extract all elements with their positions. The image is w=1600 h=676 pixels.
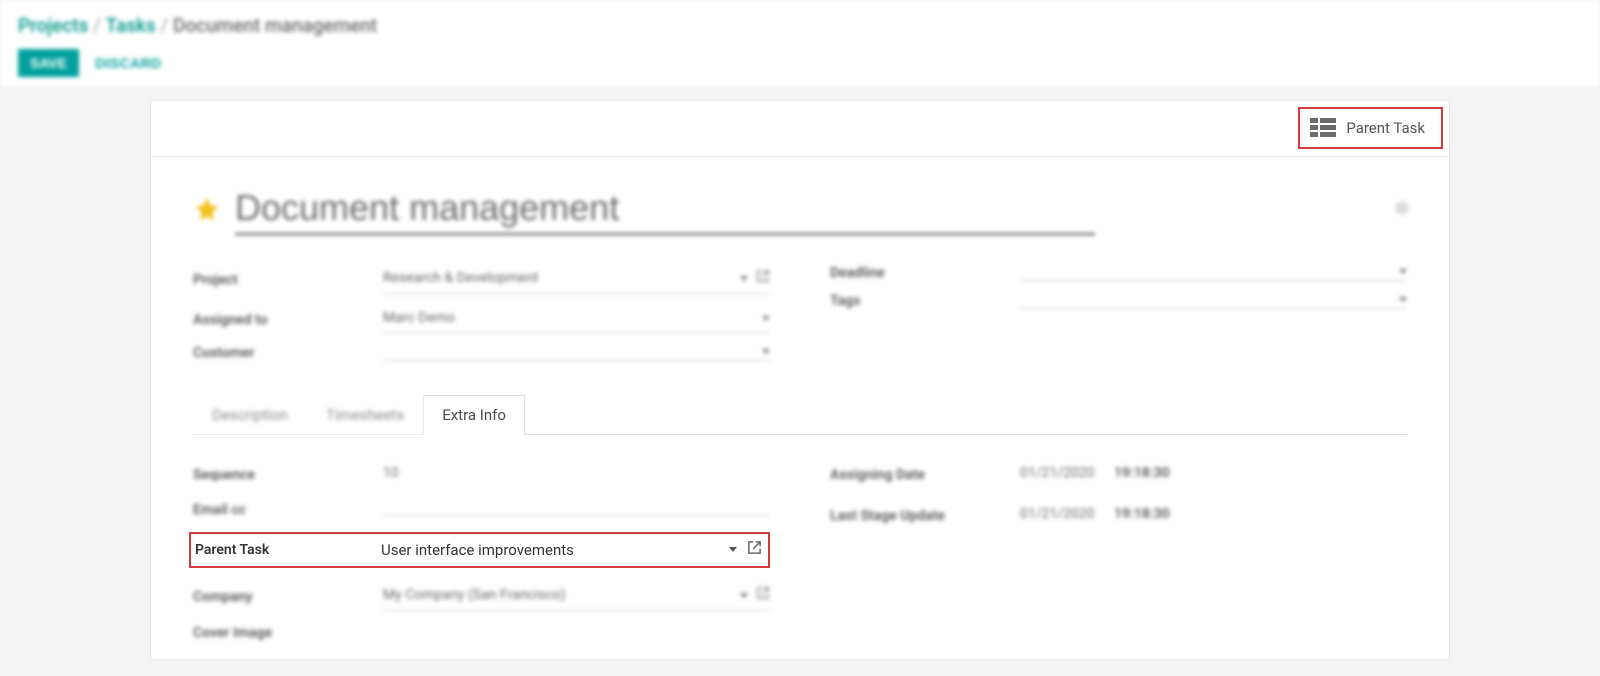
assigned-label: Assigned to	[193, 312, 373, 328]
deadline-field[interactable]	[1020, 265, 1407, 281]
deadline-label: Deadline	[830, 265, 1010, 281]
project-field[interactable]: Research & Development	[383, 265, 770, 294]
tab-strip: Description Timesheets Extra Info	[193, 395, 1407, 435]
kanban-state-dot[interactable]	[1395, 201, 1409, 215]
breadcrumb-projects[interactable]: Projects	[18, 14, 88, 37]
external-link-icon[interactable]	[747, 541, 762, 559]
customer-label: Customer	[193, 345, 373, 361]
cover-image-field[interactable]	[383, 628, 770, 639]
tab-timesheets[interactable]: Timesheets	[307, 395, 423, 434]
chevron-down-icon	[729, 547, 737, 552]
assigning-date-label: Assigning Date	[830, 467, 1010, 483]
sequence-field[interactable]: 10	[383, 461, 770, 488]
tab-extra-info[interactable]: Extra Info	[423, 395, 525, 435]
external-link-icon[interactable]	[756, 269, 770, 287]
task-title-input[interactable]	[235, 187, 1095, 235]
tab-description[interactable]: Description	[193, 395, 307, 434]
project-label: Project	[193, 272, 373, 288]
assigned-field[interactable]: Marc Demo	[383, 306, 770, 333]
cover-image-label: Cover Image	[193, 625, 373, 641]
last-stage-update-value: 01/21/2020 19:18:30	[1020, 502, 1407, 529]
parent-task-field[interactable]: User interface improvements	[381, 538, 762, 562]
tags-field[interactable]	[1020, 293, 1407, 309]
emailcc-label: Email cc	[193, 502, 373, 518]
save-button[interactable]: SAVE	[18, 49, 79, 77]
star-icon[interactable]	[193, 195, 221, 227]
last-stage-update-label: Last Stage Update	[830, 508, 1010, 524]
external-link-icon[interactable]	[756, 586, 770, 604]
company-field[interactable]: My Company (San Francisco)	[383, 582, 770, 611]
breadcrumb-current: Document management	[173, 14, 377, 37]
breadcrumb: Projects / Tasks / Document management	[18, 14, 1582, 37]
discard-button[interactable]: DISCARD	[95, 55, 162, 71]
tags-label: Tags	[830, 293, 1010, 309]
parent-task-row: Parent Task User interface improvements	[189, 532, 770, 568]
emailcc-field[interactable]	[383, 505, 770, 516]
parent-task-label: Parent Task	[195, 542, 371, 558]
breadcrumb-tasks[interactable]: Tasks	[106, 14, 156, 37]
task-form-card: Parent Task Project Research & Developme…	[150, 100, 1450, 660]
sequence-label: Sequence	[193, 467, 373, 483]
tasks-icon	[1310, 117, 1336, 139]
assigning-date-value: 01/21/2020 19:18:30	[1020, 461, 1407, 488]
parent-task-stat-button[interactable]: Parent Task	[1298, 107, 1443, 149]
customer-field[interactable]	[383, 345, 770, 361]
parent-task-stat-label: Parent Task	[1346, 119, 1425, 137]
company-label: Company	[193, 589, 373, 605]
